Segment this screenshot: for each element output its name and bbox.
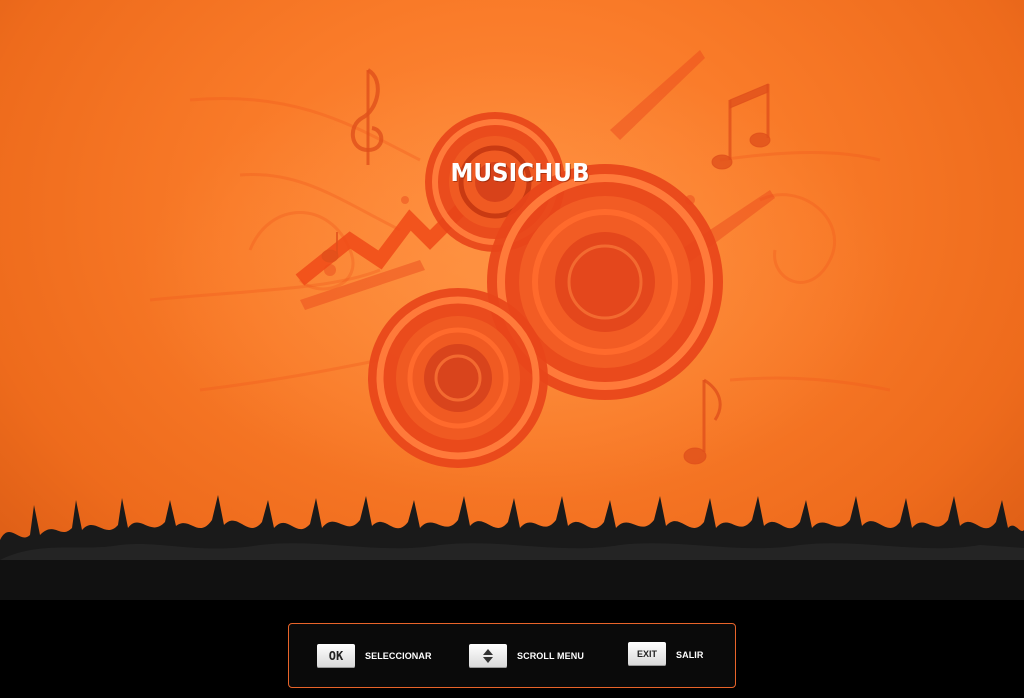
hero-background: MUSICHUB: [0, 0, 1024, 600]
crowd-silhouette: [0, 495, 1024, 600]
key-hints-bar: OK SELECCIONAR SCROLL MENU EXIT SALIR: [288, 623, 736, 688]
music-hub-screen: MUSICHUB OK SELECCIONAR SCROLL MENU EXIT…: [0, 0, 1024, 698]
hint-scroll: SCROLL MENU: [469, 644, 584, 668]
scroll-key-button[interactable]: [469, 644, 507, 668]
scroll-hint-label: SCROLL MENU: [517, 651, 584, 661]
footer: OK SELECCIONAR SCROLL MENU EXIT SALIR: [0, 600, 1024, 698]
app-title: MUSICHUB: [450, 158, 590, 187]
ok-key-button[interactable]: OK: [317, 644, 355, 668]
hint-exit: EXIT SALIR: [628, 642, 704, 666]
exit-hint-label: SALIR: [676, 650, 704, 660]
exit-key-button[interactable]: EXIT: [628, 642, 666, 666]
hint-ok: OK SELECCIONAR: [317, 644, 432, 668]
ok-hint-label: SELECCIONAR: [365, 651, 432, 661]
speakers-music-notes-illustration: [0, 50, 1024, 600]
up-down-arrows-icon: [483, 649, 493, 663]
